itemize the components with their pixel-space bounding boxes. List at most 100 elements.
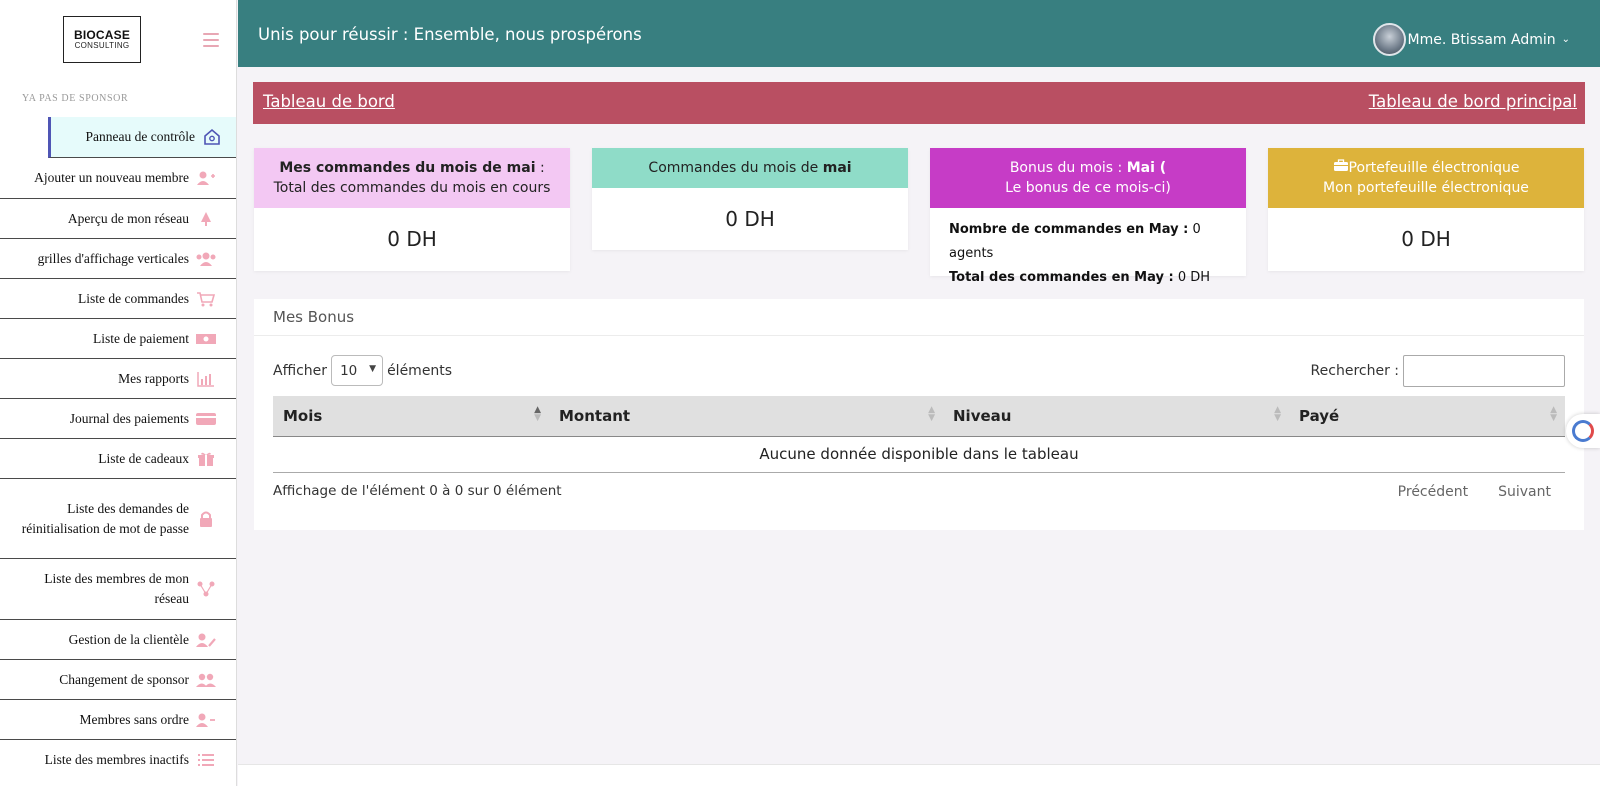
sort-icon: ▲ ▼	[1274, 405, 1281, 423]
table-info: Affichage de l'élément 0 à 0 sur 0 éléme…	[273, 483, 562, 499]
sidebar-item-label: Liste de paiement	[93, 330, 189, 346]
sidebar-item-sans-ordre[interactable]: Membres sans ordre	[0, 700, 236, 740]
sidebar-item-membres-reseau[interactable]: Liste des membres de mon réseau	[0, 559, 236, 620]
sidebar-item-grilles[interactable]: grilles d'affichage verticales	[0, 239, 236, 279]
top-header: Unis pour réussir : Ensemble, nous prosp…	[238, 0, 1600, 67]
table-search: Rechercher :	[1311, 355, 1565, 387]
user-menu[interactable]: Mme. Btissam Admin ⌄	[1372, 23, 1570, 56]
panel-title: Mes Bonus	[254, 299, 1584, 336]
credit-card-icon	[195, 410, 217, 428]
page-length-control: Afficher 10 ▼ éléments	[273, 355, 452, 386]
sidebar-item-label: grilles d'affichage verticales	[37, 250, 189, 266]
chevron-down-icon: ▼	[369, 364, 377, 374]
sidebar-item-cadeaux[interactable]: Liste de cadeaux	[0, 439, 236, 479]
avatar[interactable]	[1372, 23, 1406, 56]
column-header-montant[interactable]: Montant ▲ ▼	[549, 396, 943, 437]
previous-button[interactable]: Précédent	[1398, 484, 1468, 500]
breadcrumb-main-dashboard-link[interactable]: Tableau de bord principal	[1369, 92, 1577, 111]
card-subtitle: Le bonus de ce mois-ci)	[1005, 180, 1171, 196]
sidebar-item-ajouter[interactable]: Ajouter un nouveau membre	[0, 158, 236, 199]
card-header: Portefeuille électronique Mon portefeuil…	[1268, 148, 1584, 208]
page-size-value: 10	[340, 362, 358, 379]
orders-total-value: 0 DH	[1173, 270, 1211, 285]
orders-count-label: Nombre de commandes en May :	[949, 222, 1189, 237]
sidebar-item-label: Ajouter un nouveau membre	[34, 170, 189, 185]
tree-icon	[195, 210, 217, 228]
sidebar-item-reinitialisation[interactable]: Liste des demandes de réinitialisation d…	[0, 479, 236, 559]
card-value: 0 DH	[725, 207, 775, 231]
sidebar-item-label: Gestion de la clientèle	[68, 631, 189, 647]
show-suffix: éléments	[387, 362, 453, 379]
column-header-niveau[interactable]: Niveau ▲ ▼	[943, 396, 1289, 437]
sidebar-item-label: Membres sans ordre	[79, 711, 189, 727]
card-title: Portefeuille électronique	[1348, 160, 1520, 176]
chat-widget-icon[interactable]	[1566, 414, 1600, 448]
chevron-down-icon: ⌄	[1561, 34, 1570, 45]
sidebar-item-journal[interactable]: Journal des paiements	[0, 399, 236, 439]
sidebar-item-label: Aperçu de mon réseau	[67, 210, 189, 226]
menu-toggle-icon[interactable]	[203, 33, 219, 47]
sidebar-nav: Panneau de contrôle Ajouter un nouveau m…	[0, 117, 236, 780]
sidebar-item-panneau[interactable]: Panneau de contrôle	[48, 117, 236, 158]
card-title: Commandes du mois de	[648, 160, 823, 176]
user-swap-icon	[195, 671, 217, 689]
sidebar-item-rapports[interactable]: Mes rapports	[0, 359, 236, 399]
breadcrumb: Tableau de bord Tableau de bord principa…	[253, 82, 1585, 124]
card-wallet: Portefeuille électronique Mon portefeuil…	[1268, 148, 1584, 271]
card-details: Nombre de commandes en May : 0 agents To…	[930, 208, 1246, 290]
cart-icon	[195, 290, 217, 308]
footer	[238, 764, 1600, 786]
pagination: Précédent Suivant	[1398, 484, 1551, 500]
card-header: Commandes du mois de mai	[592, 148, 908, 188]
money-icon	[195, 330, 217, 348]
briefcase-icon	[1333, 159, 1349, 176]
card-subtitle: Total des commandes du mois en cours	[273, 180, 551, 196]
column-header-paye[interactable]: Payé ▲ ▼	[1289, 396, 1565, 437]
search-input[interactable]	[1403, 355, 1565, 387]
sidebar-item-label: Liste des membres inactifs	[44, 752, 189, 767]
logo-line2: CONSULTING	[74, 41, 130, 50]
sidebar-item-label: Liste de cadeaux	[98, 450, 189, 466]
card-header: Mes commandes du mois de mai : Total des…	[254, 148, 570, 208]
sidebar-item-apercu[interactable]: Aperçu de mon réseau	[0, 199, 236, 239]
list-icon	[195, 751, 217, 769]
sidebar-item-label: Liste de commandes	[78, 290, 189, 306]
column-header-mois[interactable]: Mois ▲ ▼	[273, 396, 549, 437]
logo[interactable]: BIOCASE CONSULTING	[63, 16, 141, 63]
sidebar-item-paiement[interactable]: Liste de paiement	[0, 319, 236, 359]
chart-icon	[195, 370, 217, 388]
card-title-suffix: :	[535, 160, 545, 176]
user-edit-icon	[195, 631, 217, 649]
logo-line1: BIOCASE	[73, 28, 131, 42]
sort-icon: ▲ ▼	[534, 405, 541, 423]
card-title-month: mai	[822, 160, 852, 176]
lock-icon	[195, 510, 217, 528]
bonus-panel: Mes Bonus Afficher 10 ▼ éléments Recherc…	[254, 299, 1584, 530]
card-title-month: Mai (	[1126, 160, 1167, 176]
sidebar: BIOCASE CONSULTING YA PAS DE SPONSOR Pan…	[0, 0, 237, 786]
users-icon	[195, 250, 217, 268]
card-my-orders: Mes commandes du mois de mai : Total des…	[254, 148, 570, 271]
sidebar-item-label: Liste des membres de mon réseau	[44, 571, 189, 606]
card-title: Bonus du mois :	[1009, 160, 1127, 176]
sidebar-item-label: Panneau de contrôle	[85, 129, 195, 144]
breadcrumb-dashboard-link[interactable]: Tableau de bord	[263, 92, 395, 111]
card-header: Bonus du mois : Mai ( Le bonus de ce moi…	[930, 148, 1246, 208]
sidebar-item-commandes[interactable]: Liste de commandes	[0, 279, 236, 319]
sidebar-item-label: Mes rapports	[118, 370, 189, 386]
sidebar-item-label: Changement de sponsor	[59, 671, 189, 687]
next-button[interactable]: Suivant	[1498, 484, 1551, 500]
sort-icon: ▲ ▼	[928, 405, 935, 423]
sidebar-item-inactifs[interactable]: Liste des membres inactifs	[0, 740, 236, 780]
empty-table-message: Aucune donnée disponible dans le tableau	[273, 436, 1565, 473]
sidebar-item-label: Liste des demandes de réinitialisation d…	[21, 500, 189, 536]
sponsor-label: YA PAS DE SPONSOR	[22, 93, 129, 104]
user-name: Mme. Btissam Admin	[1407, 31, 1556, 48]
sidebar-item-label: Journal des paiements	[69, 410, 189, 426]
column-label: Niveau	[953, 406, 1012, 425]
sidebar-item-sponsor[interactable]: Changement de sponsor	[0, 660, 236, 700]
network-icon	[195, 580, 217, 598]
page-size-select[interactable]: 10 ▼	[331, 355, 384, 386]
table-row: Aucune donnée disponible dans le tableau	[273, 436, 1565, 473]
sidebar-item-clientele[interactable]: Gestion de la clientèle	[0, 620, 236, 660]
